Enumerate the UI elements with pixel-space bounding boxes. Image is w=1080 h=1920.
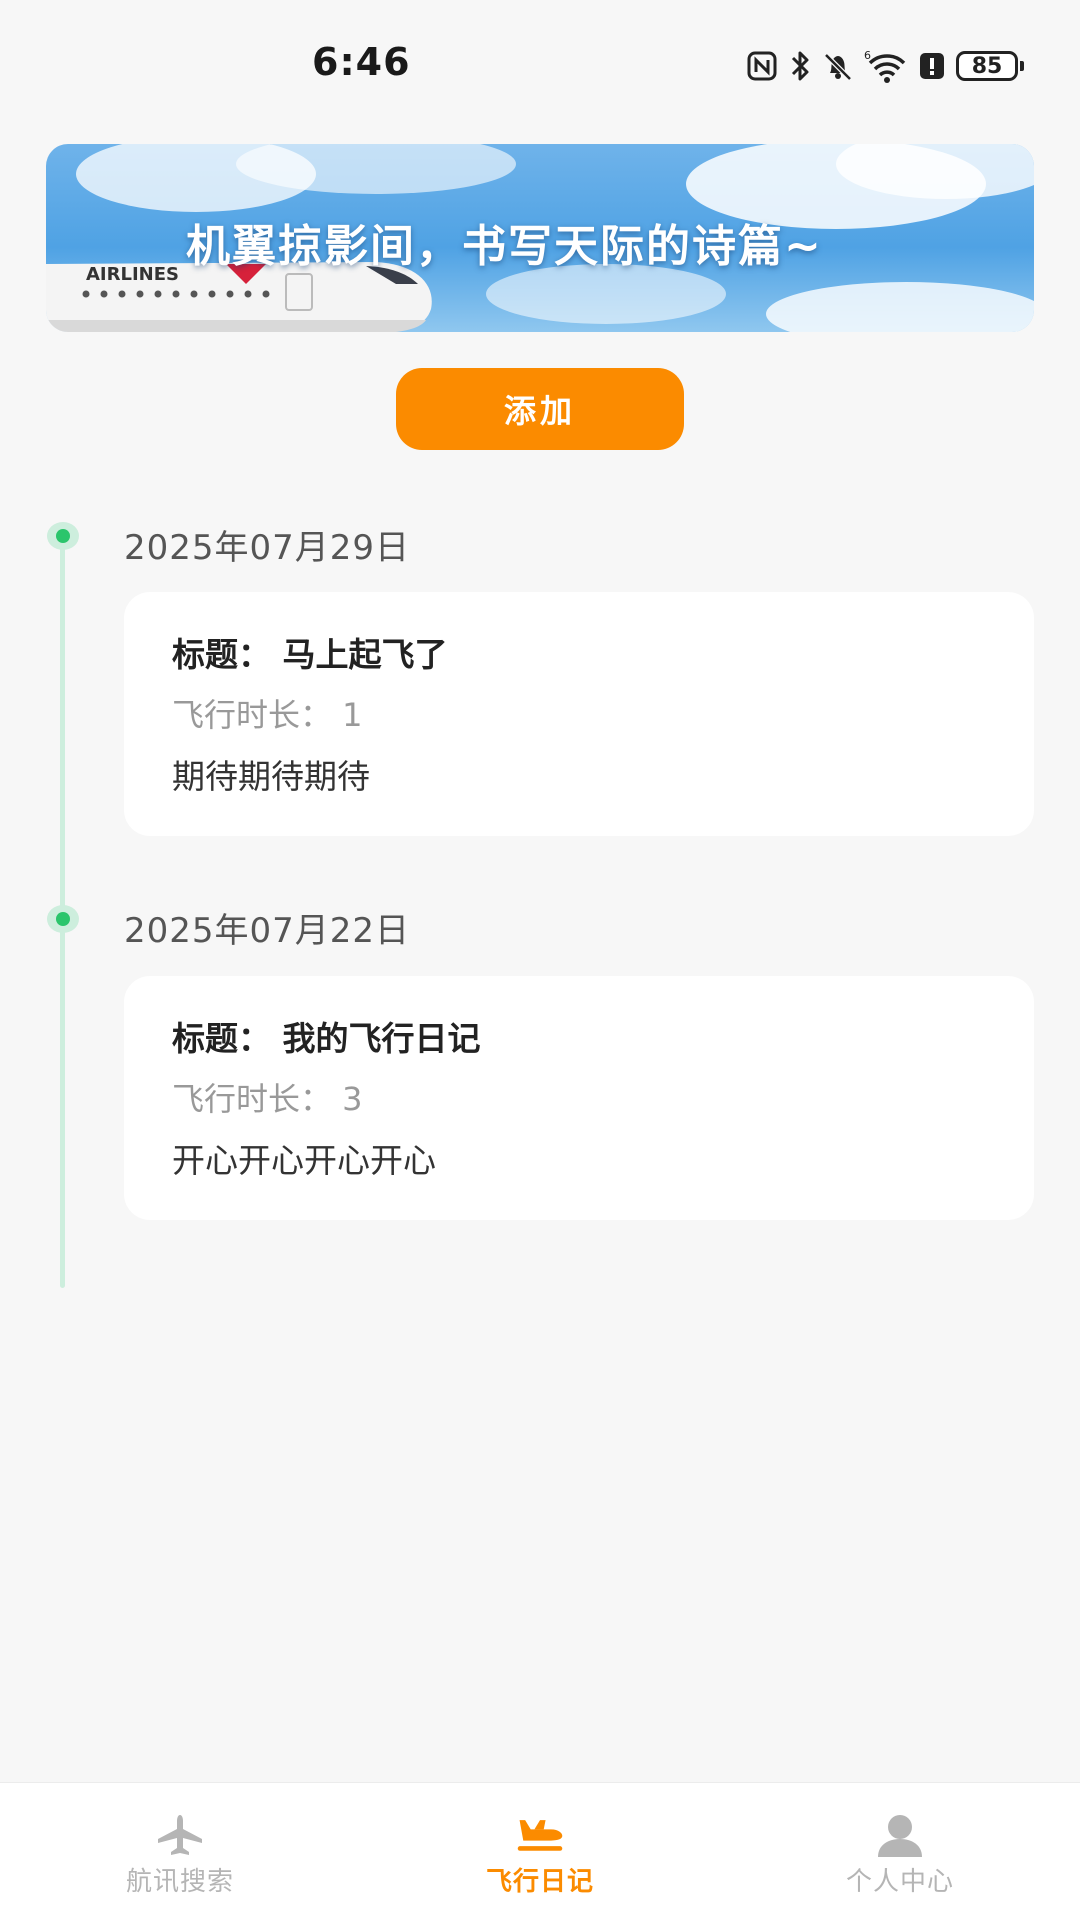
timeline-dot [47,522,79,550]
tab-label: 个人中心 [845,1867,954,1897]
add-button[interactable]: 添加 [396,368,684,450]
tab-flight-diary[interactable]: 飞行日记 [410,1783,670,1920]
diary-entry-card[interactable]: 标题： 我的飞行日记 飞行时长： 3 开心开心开心开心 [124,976,1034,1220]
flight-diary-page: 6:46 6 85 AIRLINES 机翼掠影间，书写天际的诗篇~ 添加 202… [0,0,1080,1920]
bell-off-icon [822,50,854,82]
diary-entry-card[interactable]: 标题： 马上起飞了 飞行时长： 1 期待期待期待 [124,592,1034,836]
battery-level: 85 [971,53,1003,79]
entry-date: 2025年07月22日 [124,911,411,951]
entry-title: 标题： 马上起飞了 [172,635,448,674]
entry-content: 开心开心开心开心 [172,1141,436,1180]
status-bar: 6:46 6 85 [0,0,1080,130]
battery-icon: 85 [956,51,1024,81]
banner-slogan: 机翼掠影间，书写天际的诗篇~ [186,221,823,272]
tab-personal-center[interactable]: 个人中心 [770,1783,1030,1920]
plane-livery-text: AIRLINES [86,264,179,285]
entry-duration: 飞行时长： 3 [172,1080,363,1118]
status-icons: 6 85 [746,46,1024,86]
svg-text:6: 6 [864,49,871,62]
bluetooth-icon [788,49,812,83]
status-time: 6:46 [312,40,411,84]
nfc-icon [746,50,778,82]
tab-label: 航讯搜索 [125,1867,234,1897]
entry-date: 2025年07月29日 [124,528,411,568]
entry-content: 期待期待期待 [172,757,370,796]
wifi-icon: 6 [864,49,908,83]
tab-label: 飞行日记 [485,1867,594,1897]
plane-landing-icon [514,1813,566,1857]
person-icon [874,1813,926,1857]
entry-title: 标题： 我的飞行日记 [172,1019,481,1058]
tab-flight-search[interactable]: 航讯搜索 [50,1783,310,1920]
entry-duration: 飞行时长： 1 [172,696,363,734]
bottom-tab-bar: 航讯搜索 飞行日记 个人中心 [0,1782,1080,1920]
hero-banner: AIRLINES 机翼掠影间，书写天际的诗篇~ [46,144,1034,332]
airplane-icon [154,1813,206,1857]
timeline-dot [47,905,79,933]
alert-icon [918,51,946,81]
